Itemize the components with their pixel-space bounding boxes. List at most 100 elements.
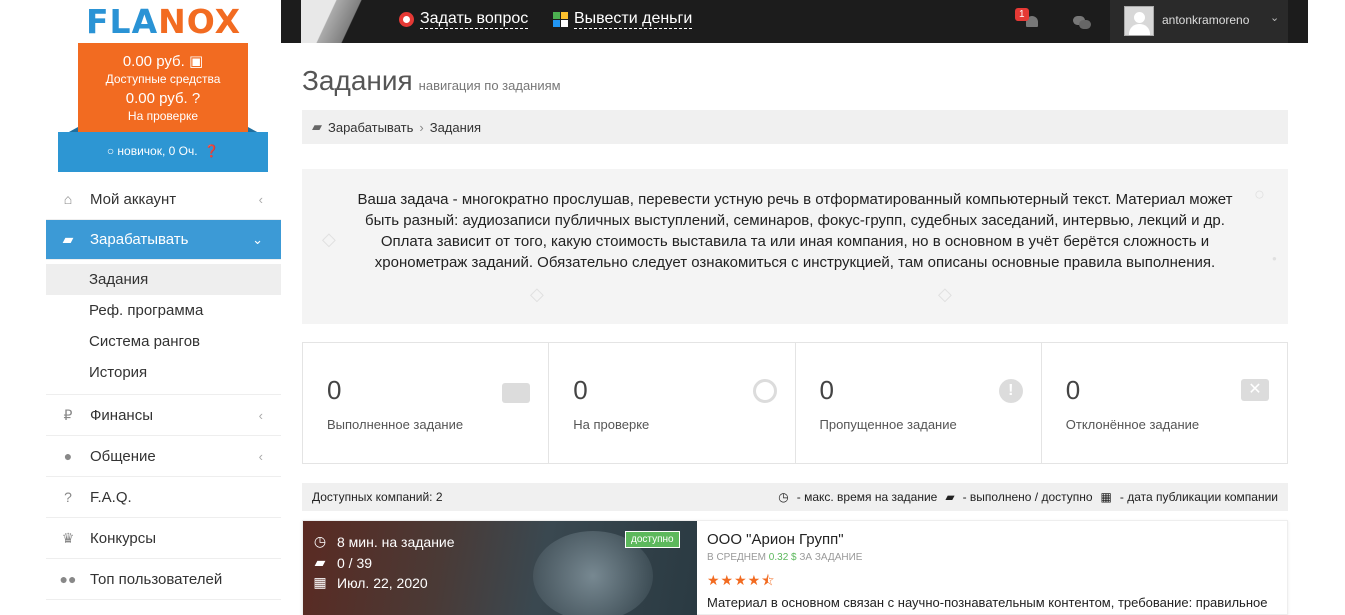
stat-rejected: 0 Отклонённое задание ✕	[1042, 343, 1287, 463]
sidebar: ○ новичок, 0 Оч. ❓ 0.00 руб. ▣ Доступные…	[46, 43, 281, 615]
exclamation-icon: !	[998, 379, 1023, 403]
legend-done: - выполнено / доступно	[962, 490, 1093, 504]
stat-value: 0	[327, 375, 342, 405]
briefcase-icon: ▰	[314, 554, 326, 570]
chevron-right-icon: ›	[419, 119, 424, 135]
briefcase-icon	[502, 383, 531, 403]
avatar	[1124, 6, 1154, 36]
pending-label: На проверке	[127, 109, 199, 123]
circle-icon: ○	[106, 144, 115, 158]
average-pay: в среднем 0.32 $ за задание	[707, 552, 863, 563]
breadcrumb-earn[interactable]: Зарабатывать	[328, 120, 413, 135]
sidebar-item-label: Зарабатывать	[90, 231, 189, 248]
sidebar-item-label: Финансы	[90, 406, 153, 424]
balance-box: 0.00 руб. ▣ Доступные средства 0.00 руб.…	[78, 43, 248, 132]
company-card[interactable]: ◷ 8 мин. на задание ▰ 0 / 39 ▦ Июл. 22, …	[302, 520, 1288, 615]
ruble-icon: ₽	[63, 406, 73, 423]
top-bar: FLANOX Задать вопрос Вывести деньги 1 an…	[46, 0, 1308, 43]
wallet-icon	[553, 12, 568, 27]
chevron-down-icon: ⌄	[252, 231, 263, 247]
sidebar-item-earn[interactable]: ▰ Зарабатывать ⌄	[46, 220, 281, 260]
rank-label: новичок, 0 Оч.	[117, 144, 198, 158]
chevron-left-icon: ‹	[258, 448, 263, 464]
stat-label: Отклонённое задание	[1065, 417, 1200, 432]
legend-date: - дата публикации компании	[1119, 490, 1278, 504]
stat-label: На проверке	[573, 417, 650, 432]
sidebar-item-label: Общение	[90, 447, 156, 465]
available-amount: 0.00 руб.	[122, 53, 185, 70]
money-icon: ▣	[188, 53, 204, 70]
question-icon: ?	[64, 489, 72, 505]
clock-icon: ◷	[778, 490, 789, 504]
stat-value: 0	[573, 375, 588, 405]
home-icon: ⌂	[63, 191, 73, 207]
task-description: ◇ ◇ ◇ ○ ● Ваша задача - многократно прос…	[302, 169, 1288, 324]
average-money: 0.32 $	[768, 552, 797, 563]
sidebar-item-label: Мой аккаунт	[90, 190, 177, 208]
company-description: Материал в основном связан с научно-позн…	[707, 595, 1268, 610]
pending-amount: 0.00 руб.	[125, 90, 188, 107]
close-icon: ✕	[1241, 379, 1269, 401]
sidebar-item-label: Топ пользователей	[90, 570, 223, 588]
calendar-icon: ▦	[1100, 490, 1112, 504]
sidebar-subitem-referral[interactable]: Реф. программа	[46, 295, 281, 326]
sidebar-item-top-users[interactable]: ●● Топ пользователей	[46, 559, 281, 600]
chat-icon[interactable]	[1073, 16, 1091, 29]
rank-badge[interactable]: ○ новичок, 0 Оч. ❓	[58, 132, 268, 172]
sidebar-item-account[interactable]: ⌂ Мой аккаунт ‹	[46, 179, 281, 220]
stat-value: 0	[1065, 375, 1081, 405]
status-badge: доступно	[625, 531, 680, 548]
sidebar-item-finance[interactable]: ₽ Финансы ‹	[46, 395, 281, 436]
stat-pending: 0 На проверке	[549, 343, 796, 463]
breadcrumb-tasks: Задания	[429, 119, 482, 135]
stat-label: Выполненное задание	[327, 417, 464, 432]
companies-bar: Доступных компаний: 2 ◷ - макс. время на…	[302, 483, 1288, 511]
question-icon[interactable]: ❓	[201, 144, 219, 158]
chevron-left-icon: ‹	[258, 407, 263, 423]
stat-skipped: 0 Пропущенное задание !	[796, 343, 1042, 463]
breadcrumb: ▰ Зарабатывать › Задания	[302, 110, 1288, 144]
logo-part-1: FLA	[86, 2, 159, 41]
clock-icon: ◷	[313, 533, 327, 549]
question-icon[interactable]: ?	[192, 90, 200, 107]
companies-count: Доступных компаний: 2	[312, 490, 443, 504]
rating-stars: ★★★★⯪	[707, 572, 776, 588]
legend: ◷ - макс. время на задание ▰ - выполнено…	[778, 490, 1278, 504]
ask-question-label: Задать вопрос	[420, 10, 529, 29]
sidebar-item-faq[interactable]: ? F.A.Q.	[46, 477, 281, 518]
rank-ribbon: ○ новичок, 0 Оч. ❓	[58, 127, 268, 172]
company-name[interactable]: ООО "Арион Групп"	[707, 531, 844, 548]
sidebar-subitem-history[interactable]: История	[46, 357, 281, 388]
sidebar-item-contests[interactable]: ♛ Конкурсы	[46, 518, 281, 559]
sidebar-item-label: Конкурсы	[90, 529, 157, 547]
stat-value: 0	[819, 375, 834, 405]
earn-submenu: Задания Реф. программа Система рангов Ис…	[46, 260, 281, 395]
card-progress: 0 / 39	[337, 554, 373, 571]
calendar-icon: ▦	[313, 574, 327, 590]
clock-icon	[752, 379, 777, 403]
withdraw-link[interactable]: Вывести деньги	[553, 10, 693, 29]
sidebar-item-communication[interactable]: ● Общение ‹	[46, 436, 281, 477]
user-menu[interactable]: antonkramoreno ⌄	[1110, 0, 1288, 43]
chevron-down-icon: ⌄	[1270, 12, 1280, 24]
company-image: ◷ 8 мин. на задание ▰ 0 / 39 ▦ Июл. 22, …	[303, 521, 697, 615]
briefcase-icon: ▰	[62, 231, 74, 247]
ask-question-link[interactable]: Задать вопрос	[399, 10, 529, 29]
logo-divider	[301, 0, 381, 43]
lifebuoy-icon	[399, 12, 414, 27]
briefcase-icon: ▰	[945, 490, 955, 504]
legend-time: - макс. время на задание	[796, 490, 938, 504]
sidebar-subitem-tasks[interactable]: Задания	[46, 264, 281, 295]
stats-panel: 0 Выполненное задание 0 На проверке 0 Пр…	[302, 342, 1288, 464]
logo-part-2: NOX	[158, 2, 242, 41]
sidebar-subitem-ranks[interactable]: Система рангов	[46, 326, 281, 357]
chat-icon: ●	[63, 448, 73, 464]
sidebar-menu: ⌂ Мой аккаунт ‹ ▰ Зарабатывать ⌄ Задания…	[46, 179, 281, 600]
card-time: 8 мин. на задание	[337, 533, 455, 550]
logo[interactable]: FLANOX	[46, 0, 281, 43]
sidebar-item-label: F.A.Q.	[90, 488, 132, 506]
available-label: Доступные средства	[105, 72, 221, 86]
page-title: Задания навигация по заданиям	[302, 65, 561, 97]
notification-badge: 1	[1015, 8, 1029, 21]
page-subtitle: навигация по заданиям	[418, 78, 561, 93]
